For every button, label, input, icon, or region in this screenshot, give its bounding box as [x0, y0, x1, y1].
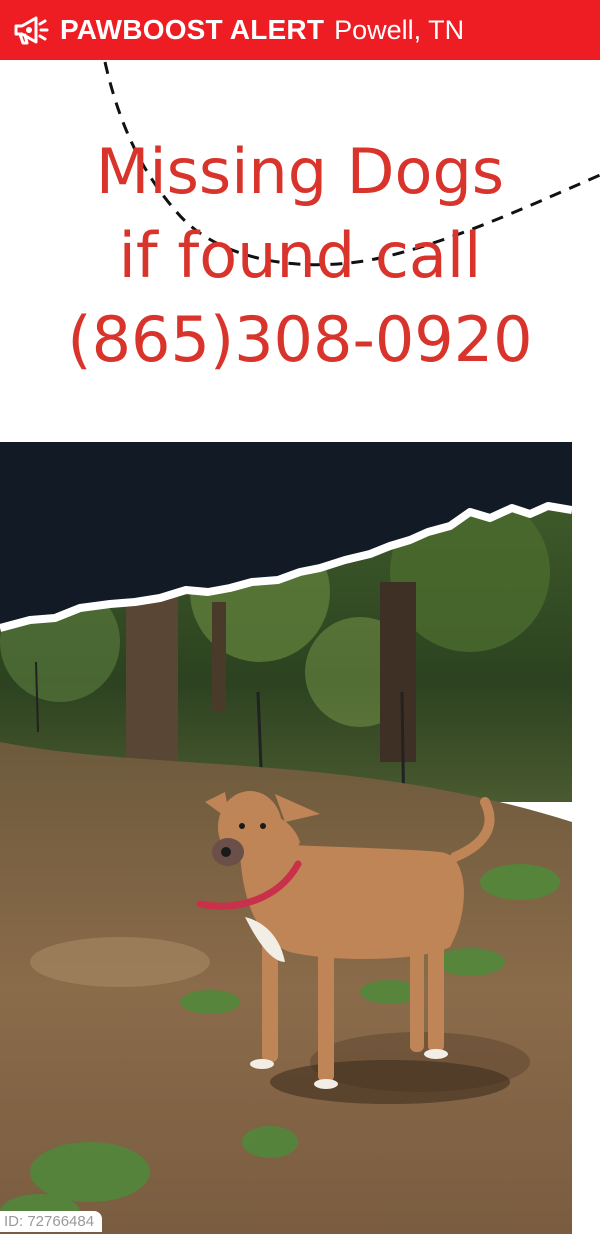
- flyer-phone-number: (865)308-0920: [67, 303, 533, 376]
- brand-title: PAWBOOST ALERT: [60, 14, 325, 45]
- location-label: Powell, TN: [334, 14, 465, 45]
- flyer-line-if-found: if found call: [118, 219, 482, 292]
- megaphone-icon: [8, 8, 52, 52]
- alert-banner: PAWBOOST ALERT Powell, TN: [0, 0, 600, 60]
- dog-photo: ID: 72766484: [0, 442, 572, 1234]
- photo-id-label: ID: 72766484: [0, 1211, 103, 1232]
- flyer-line-missing-dogs: Missing Dogs: [95, 135, 505, 208]
- flyer-text-area: Missing Dogs if found call (865)308-0920: [0, 60, 600, 440]
